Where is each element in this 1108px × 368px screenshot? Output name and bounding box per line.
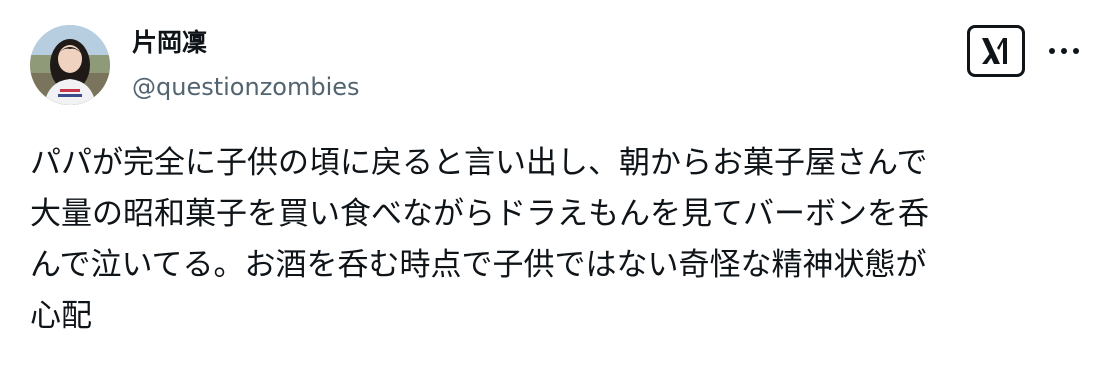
more-dots-icon[interactable]	[1044, 34, 1084, 68]
x-logo-glyph	[982, 38, 1007, 64]
avatar[interactable]	[30, 25, 110, 105]
avatar-photo	[30, 25, 110, 105]
more-dots-glyph	[1049, 48, 1079, 54]
post-text: パパが完全に子供の頃に戻ると言い出し、朝からお菓子屋さんで 大量の昭和菓子を買い…	[30, 145, 929, 334]
post-card: 片岡凜 @questionzombies パパが完全に子供の頃に戻ると言い出し、…	[0, 0, 1108, 368]
author-display-name[interactable]: 片岡凜	[132, 26, 207, 60]
x-logo-icon[interactable]	[967, 25, 1025, 77]
author-handle[interactable]: @questionzombies	[132, 70, 360, 104]
